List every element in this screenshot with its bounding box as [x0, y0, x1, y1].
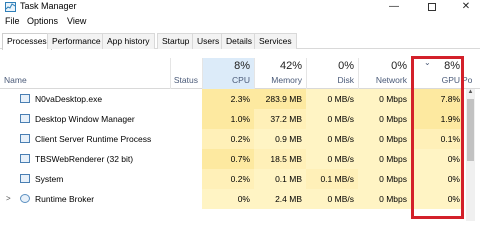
table-row[interactable]: Desktop Window Manager 1.0% 37.2 MB 0 MB… — [0, 109, 480, 129]
menu-file[interactable]: File — [5, 16, 20, 26]
gear-icon — [20, 194, 30, 203]
menu-options[interactable]: Options — [27, 16, 58, 26]
sort-chevron-icon: ⌄ — [424, 58, 431, 67]
task-manager-icon — [5, 2, 16, 12]
column-cpu[interactable]: 8% CPU — [202, 58, 254, 89]
network-cell: 0 Mbps — [358, 169, 411, 189]
menu-bar: File Options View — [0, 15, 480, 29]
minimize-button[interactable]: — — [380, 0, 408, 14]
column-network[interactable]: 0% Network — [358, 58, 411, 89]
window-icon — [20, 154, 30, 163]
memory-cell: 283.9 MB — [254, 89, 306, 109]
memory-cell: 37.2 MB — [254, 109, 306, 129]
column-name[interactable]: Name — [0, 58, 170, 89]
tab-startup[interactable]: Startup — [157, 33, 195, 49]
memory-cell: 0.9 MB — [254, 129, 306, 149]
menu-view[interactable]: View — [67, 16, 86, 26]
expand-chevron-icon[interactable]: > — [6, 194, 11, 203]
process-name: Runtime Broker — [35, 194, 95, 204]
network-cell: 0 Mbps — [358, 149, 411, 169]
disk-cell: 0 MB/s — [306, 129, 358, 149]
disk-cell: 0 MB/s — [306, 149, 358, 169]
tab-processes[interactable]: Processes — [2, 33, 52, 50]
process-name: N0vaDesktop.exe — [35, 94, 103, 104]
cpu-cell: 2.3% — [202, 89, 254, 109]
app-icon — [20, 94, 30, 103]
column-power-partial[interactable]: Po — [462, 75, 472, 85]
gpu-cell: 0% — [411, 149, 464, 169]
column-memory[interactable]: 42% Memory — [254, 58, 306, 89]
window-icon — [20, 114, 30, 123]
tab-app-history[interactable]: App history — [102, 33, 155, 49]
process-name: System — [35, 174, 64, 184]
network-cell: 0 Mbps — [358, 189, 411, 209]
table-row[interactable]: Client Server Runtime Process 0.2% 0.9 M… — [0, 129, 480, 149]
memory-cell: 18.5 MB — [254, 149, 306, 169]
network-cell: 0 Mbps — [358, 109, 411, 129]
tab-strip: Processes Performance App history Startu… — [0, 33, 480, 50]
scrollbar-thumb[interactable] — [467, 99, 474, 161]
title-bar: Task Manager — ✕ — [0, 0, 480, 15]
gpu-cell: 0.1% — [411, 129, 464, 149]
tab-services[interactable]: Services — [254, 33, 297, 49]
disk-cell: 0.1 MB/s — [306, 169, 358, 189]
process-name: TBSWebRenderer (32 bit) — [35, 154, 134, 164]
cpu-cell: 0.7% — [202, 149, 254, 169]
column-disk[interactable]: 0% Disk — [306, 58, 358, 89]
column-gpu[interactable]: 8% GPU — [411, 58, 464, 89]
cpu-cell: 0% — [202, 189, 254, 209]
gpu-cell: 7.8% — [411, 89, 464, 109]
disk-cell: 0 MB/s — [306, 109, 358, 129]
process-name: Desktop Window Manager — [35, 114, 135, 124]
close-button[interactable]: ✕ — [452, 0, 480, 14]
network-cell: 0 Mbps — [358, 89, 411, 109]
window-icon — [20, 174, 30, 183]
tab-performance[interactable]: Performance — [47, 33, 106, 49]
gpu-cell: 0% — [411, 189, 464, 209]
table-row[interactable]: TBSWebRenderer (32 bit) 0.7% 18.5 MB 0 M… — [0, 149, 480, 169]
table-row[interactable]: N0vaDesktop.exe 2.3% 283.9 MB 0 MB/s 0 M… — [0, 89, 480, 109]
table-row[interactable]: > Runtime Broker 0% 2.4 MB 0 MB/s 0 Mbps… — [0, 189, 480, 209]
maximize-icon — [428, 3, 436, 11]
tab-users[interactable]: Users — [192, 33, 225, 49]
memory-cell: 0.1 MB — [254, 169, 306, 189]
window-icon — [20, 134, 30, 143]
gpu-cell: 1.9% — [411, 109, 464, 129]
memory-cell: 2.4 MB — [254, 189, 306, 209]
column-header-row: Name Status 8% CPU 42% Memory 0% Disk 0%… — [0, 58, 480, 89]
tab-details[interactable]: Details — [221, 33, 257, 49]
column-status[interactable]: Status — [170, 58, 202, 89]
scroll-up-icon[interactable]: ▲ — [466, 89, 475, 98]
window-title: Task Manager — [20, 1, 77, 11]
disk-cell: 0 MB/s — [306, 189, 358, 209]
cpu-cell: 0.2% — [202, 169, 254, 189]
cpu-cell: 0.2% — [202, 129, 254, 149]
process-name: Client Server Runtime Process — [35, 134, 152, 144]
table-row[interactable]: System 0.2% 0.1 MB 0.1 MB/s 0 Mbps 0% — [0, 169, 480, 189]
disk-cell: 0 MB/s — [306, 89, 358, 109]
cpu-cell: 1.0% — [202, 109, 254, 129]
gpu-cell: 0% — [411, 169, 464, 189]
network-cell: 0 Mbps — [358, 129, 411, 149]
maximize-button[interactable] — [418, 0, 446, 14]
